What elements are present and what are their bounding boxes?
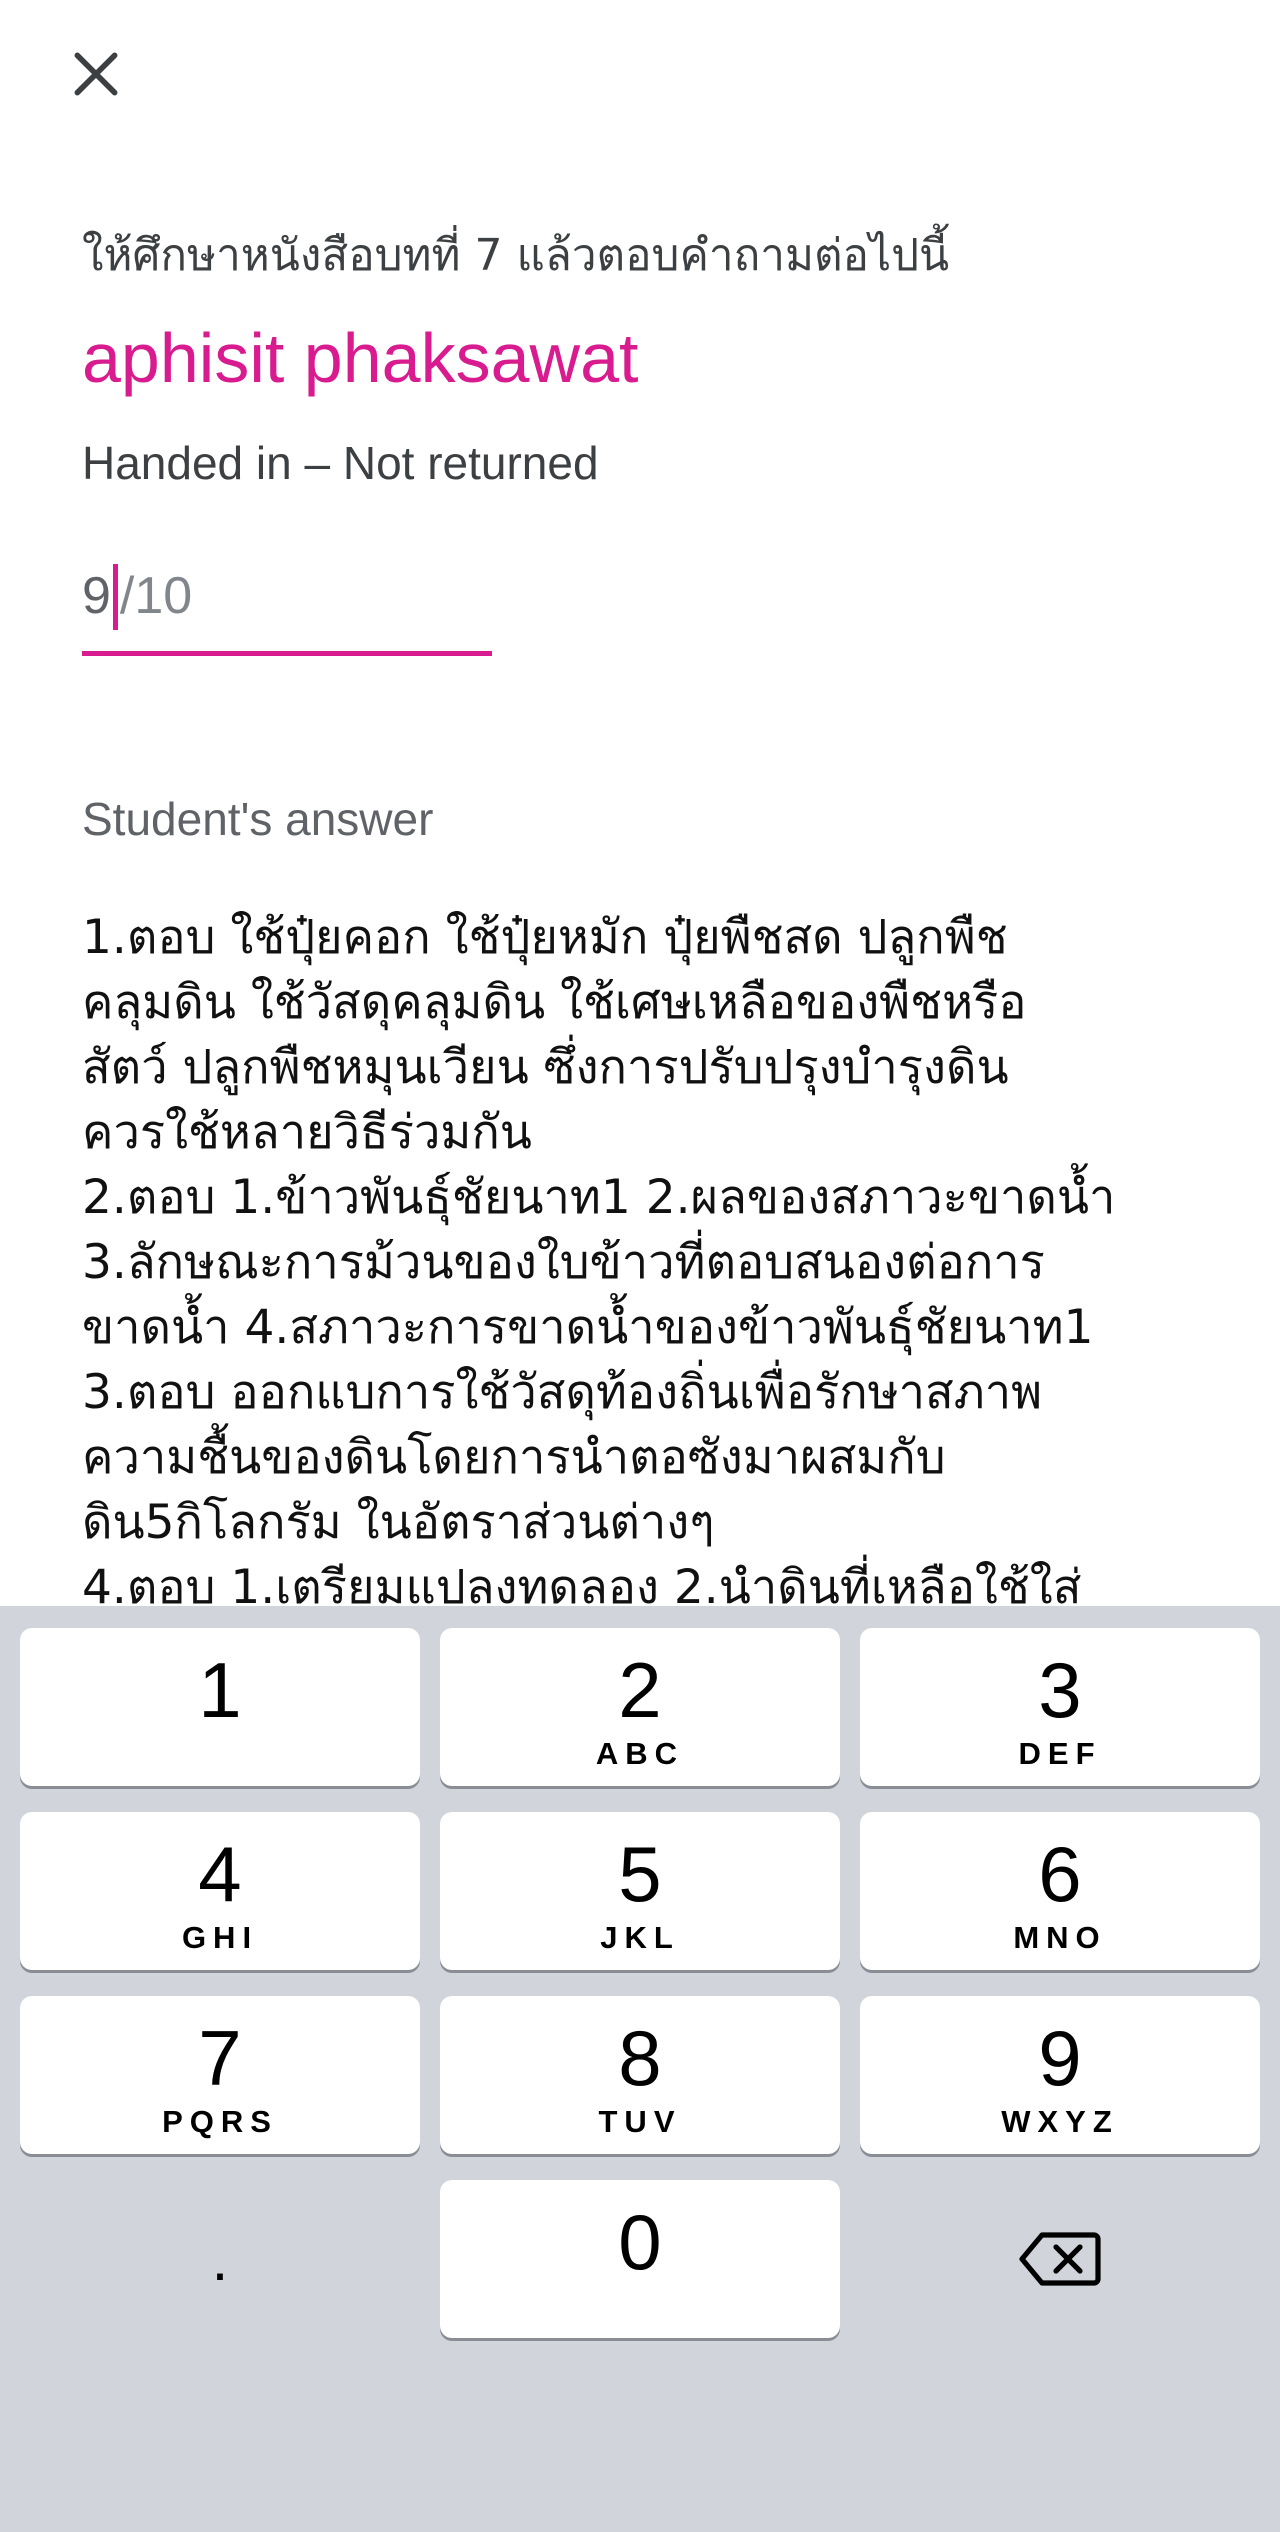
answer-line: ควรใช้หลายวิธีร่วมกัน: [82, 1105, 532, 1160]
answer-line: ความชื้นของดินโดยการนำตอซังมาผสมกับ: [82, 1430, 946, 1485]
close-icon: [74, 52, 118, 96]
answer-label: Student's answer: [82, 793, 434, 845]
key-letters: JKL: [600, 1920, 680, 1955]
assignment-title: ให้ศึกษาหนังสือบทที่ 7 แล้วตอบคำถามต่อไป…: [82, 230, 950, 281]
key-0[interactable]: 0: [440, 2180, 840, 2338]
key-5[interactable]: 5 JKL: [440, 1812, 840, 1970]
key-7[interactable]: 7 PQRS: [20, 1996, 420, 2154]
answer-line: 2.ตอบ 1.ข้าวพันธุ์ชัยนาท1 2.ผลของสภาวะขา…: [82, 1170, 1116, 1225]
key-letters: GHI: [181, 1920, 259, 1955]
key-decimal[interactable]: .: [20, 2180, 420, 2338]
answer-line: 1.ตอบ ใช้ปุ๋ยคอก ใช้ปุ๋ยหมัก ปุ๋ยพืชสด ป…: [82, 910, 1008, 965]
key-6[interactable]: 6 MNO: [860, 1812, 1260, 1970]
answer-line: 4.ตอบ 1.เตรียมแปลงทดลอง 2.นำดินที่เหลือใ…: [82, 1560, 1082, 1605]
student-answer: 1.ตอบ ใช้ปุ๋ยคอก ใช้ปุ๋ยหมัก ปุ๋ยพืชสด ป…: [82, 905, 1242, 1605]
key-digit: 4: [198, 1830, 242, 1918]
key-letters: ABC: [595, 1736, 685, 1771]
grade-input[interactable]: 9 /10: [82, 560, 492, 656]
answer-line: ดิน5กิโลกรัม ในอัตราส่วนต่างๆ: [82, 1495, 715, 1550]
key-digit: 3: [1038, 1646, 1082, 1734]
key-4[interactable]: 4 GHI: [20, 1812, 420, 1970]
key-digit: 5: [618, 1830, 662, 1918]
key-letters: DEF: [1018, 1736, 1102, 1771]
key-2[interactable]: 2 ABC: [440, 1628, 840, 1786]
key-letters: WXYZ: [1001, 2104, 1119, 2139]
answer-line: คลุมดิน ใช้วัสดุคลุมดิน ใช้เศษเหลือของพื…: [82, 975, 1027, 1030]
key-1[interactable]: 1: [20, 1628, 420, 1786]
backspace-key[interactable]: [860, 2180, 1260, 2338]
answer-line: ขาดน้ำ 4.สภาวะการขาดน้ำของข้าวพันธุ์ชัยน…: [82, 1300, 1094, 1355]
key-letters: TUV: [598, 2104, 682, 2139]
grade-total: /10: [119, 567, 193, 625]
backspace-icon: [1019, 2232, 1101, 2286]
answer-line: สัตว์ ปลูกพืชหมุนเวียน ซึ่งการปรับปรุงบำ…: [82, 1040, 1009, 1095]
key-letters: PQRS: [162, 2104, 278, 2139]
key-digit: 1: [198, 1646, 242, 1734]
key-9[interactable]: 9 WXYZ: [860, 1996, 1260, 2154]
key-digit: 2: [618, 1646, 662, 1734]
answer-line: 3.ลักษณะการม้วนของใบข้าวที่ตอบสนองต่อการ: [82, 1235, 1045, 1290]
key-digit: 9: [1038, 2014, 1082, 2102]
key-letters: MNO: [1013, 1920, 1107, 1955]
key-digit: 8: [618, 2014, 662, 2102]
key-digit: 0: [618, 2198, 662, 2286]
key-8[interactable]: 8 TUV: [440, 1996, 840, 2154]
status-text: Handed in – Not returned: [82, 437, 599, 489]
text-caret: [112, 564, 118, 630]
close-button[interactable]: [56, 34, 136, 114]
grade-value: 9: [82, 567, 111, 625]
answer-line: 3.ตอบ ออกแบการใช้วัสดุท้องถิ่นเพื่อรักษา…: [82, 1365, 1043, 1420]
key-digit: 6: [1038, 1830, 1082, 1918]
key-digit: 7: [198, 2014, 242, 2102]
student-name: aphisit phaksawat: [82, 319, 639, 397]
numeric-keyboard: 1 2 ABC 3 DEF 4 GHI 5 JKL 6 MNO 7 PQRS 8…: [0, 1606, 1280, 2532]
key-3[interactable]: 3 DEF: [860, 1628, 1260, 1786]
key-digit: .: [211, 2226, 229, 2293]
